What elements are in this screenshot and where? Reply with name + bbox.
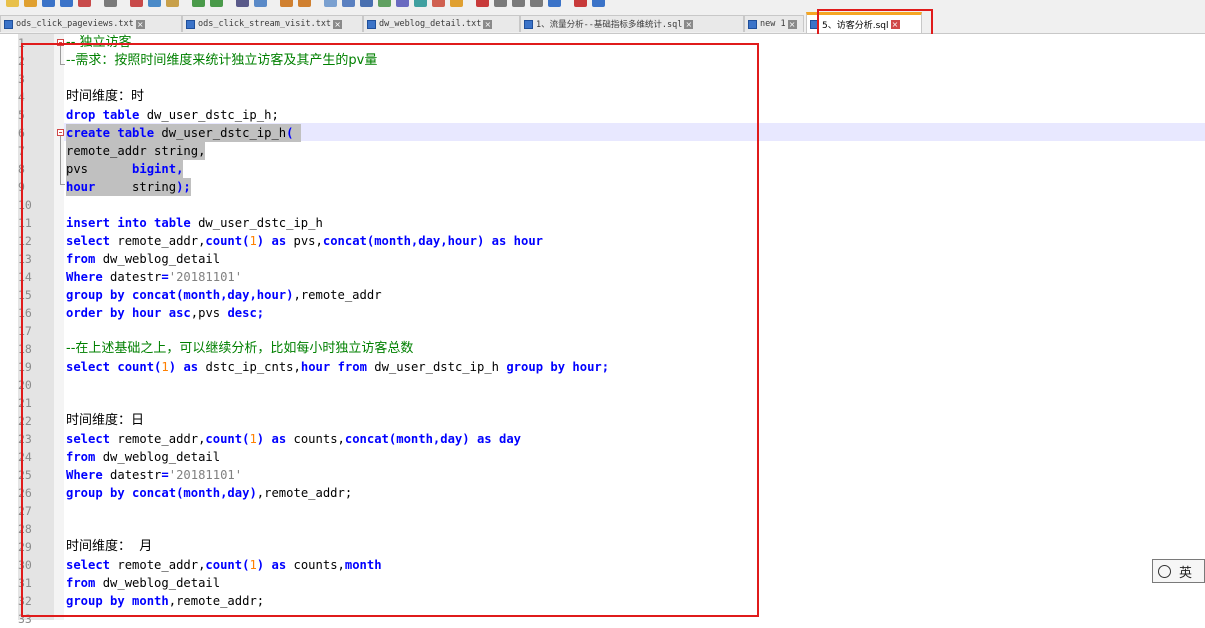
indent-guide-icon[interactable]: [378, 0, 391, 7]
saved-file-icon: [367, 19, 376, 29]
open-file-icon[interactable]: [24, 0, 37, 7]
folder-workspace-icon[interactable]: [450, 0, 463, 7]
tab-label: dw_weblog_detail.txt: [379, 19, 482, 29]
tab-label: ods_click_pageviews.txt: [16, 19, 134, 29]
redo-icon[interactable]: [210, 0, 223, 7]
all-chars-icon[interactable]: [360, 0, 373, 7]
undo-icon[interactable]: [192, 0, 205, 7]
lang-icon[interactable]: [396, 0, 409, 7]
close-icon[interactable]: [78, 0, 91, 7]
zoom-out-icon[interactable]: [298, 0, 311, 7]
saved-file-icon: [186, 19, 195, 29]
save-macro-icon[interactable]: [548, 0, 561, 7]
tab-close-icon[interactable]: ×: [483, 19, 493, 29]
plugin-icon[interactable]: [592, 0, 605, 7]
tab-ods-click-pageviews[interactable]: ods_click_pageviews.txt ×: [0, 15, 182, 32]
word-wrap-icon[interactable]: [342, 0, 355, 7]
play-macro-icon[interactable]: [512, 0, 525, 7]
toolbar: [0, 0, 1205, 10]
tab-traffic-analysis[interactable]: 1、流量分析--基础指标多维统计.sql ×: [520, 15, 744, 32]
saved-file-icon: [524, 19, 533, 29]
tab-label: 1、流量分析--基础指标多维统计.sql: [536, 20, 683, 30]
tab-new-1[interactable]: new 1 ×: [744, 15, 804, 32]
saved-file-icon: [4, 19, 13, 29]
function-list-icon[interactable]: [432, 0, 445, 7]
doc-map-icon[interactable]: [414, 0, 427, 7]
tab-close-icon[interactable]: ×: [787, 19, 797, 29]
zoom-in-icon[interactable]: [280, 0, 293, 7]
tab-label: ods_click_stream_visit.txt: [198, 19, 332, 29]
ime-indicator[interactable]: 英: [1152, 559, 1205, 583]
paste-icon[interactable]: [166, 0, 179, 7]
save-all-icon[interactable]: [60, 0, 73, 7]
copy-icon[interactable]: [148, 0, 161, 7]
run-macro-icon[interactable]: [530, 0, 543, 7]
tab-close-icon[interactable]: ×: [684, 19, 694, 29]
tab-bar: ods_click_pageviews.txt × ods_click_stre…: [0, 10, 1205, 34]
record-macro-icon[interactable]: [476, 0, 489, 7]
find-icon[interactable]: [236, 0, 249, 7]
tab-label: new 1: [760, 19, 786, 29]
save-icon[interactable]: [42, 0, 55, 7]
cut-icon[interactable]: [130, 0, 143, 7]
spell-check-icon[interactable]: [574, 0, 587, 7]
code-annotation-box: [21, 43, 759, 617]
replace-icon[interactable]: [254, 0, 267, 7]
new-file-icon[interactable]: [6, 0, 19, 7]
tab-ods-click-stream-visit[interactable]: ods_click_stream_visit.txt ×: [182, 15, 363, 32]
sync-scroll-icon[interactable]: [324, 0, 337, 7]
ime-status-icon: [1158, 564, 1171, 578]
ime-language-label: 英: [1179, 565, 1193, 581]
stop-macro-icon[interactable]: [494, 0, 507, 7]
tab-close-icon[interactable]: ×: [135, 19, 145, 29]
tab-close-icon[interactable]: ×: [333, 19, 343, 29]
print-icon[interactable]: [104, 0, 117, 7]
tab-dw-weblog-detail[interactable]: dw_weblog_detail.txt ×: [363, 15, 520, 32]
saved-file-icon: [748, 19, 757, 29]
